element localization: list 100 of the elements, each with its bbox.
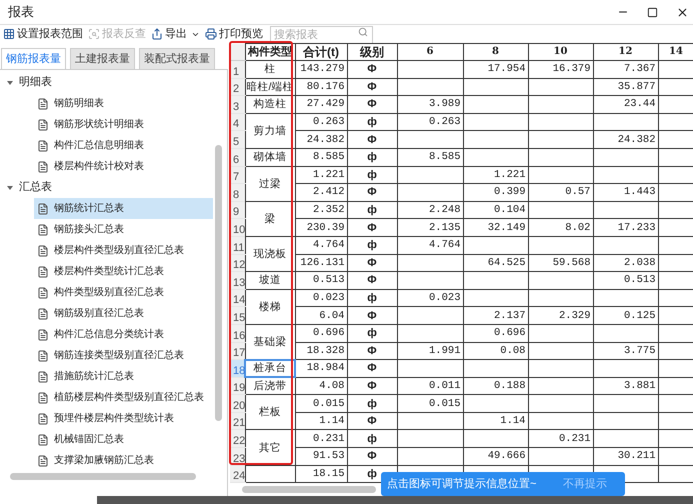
tree-item[interactable]: 钢筋连接类型级别直径汇总表 (34, 345, 213, 366)
table-cell: 8.02 (528, 218, 593, 236)
grade-cell: ф (347, 324, 397, 342)
table-cell: 17.954 (463, 60, 528, 78)
column-header[interactable]: 8 (463, 44, 528, 60)
component-type-cell[interactable]: 后浇带 (245, 377, 295, 395)
table-cell: 1.14 (295, 412, 347, 430)
column-header[interactable]: 14 (658, 44, 693, 60)
report-tab[interactable]: 土建报表量 (70, 48, 135, 69)
row-number: 24 (230, 465, 245, 483)
table-cell: 16.379 (528, 60, 593, 78)
table-cell: 2.248 (397, 201, 463, 219)
expand-arrow-icon[interactable] (7, 80, 13, 84)
column-header[interactable]: 6 (397, 44, 463, 60)
table-cell: 4.08 (295, 377, 347, 395)
vertical-scrollbar[interactable] (215, 145, 222, 421)
horizontal-scrollbar[interactable] (10, 473, 196, 480)
tree-item[interactable]: 支撑梁加腋钢筋汇总表 (34, 450, 213, 471)
tree-item[interactable]: 钢筋明细表 (34, 93, 213, 114)
component-type-cell[interactable]: 其它 (245, 430, 295, 466)
column-header[interactable]: 10 (528, 44, 593, 60)
tree-item[interactable]: 机械锚固汇总表 (34, 429, 213, 450)
component-type-cell[interactable]: 柱 (245, 60, 295, 78)
tree-item[interactable]: 构件汇总信息明细表 (34, 135, 213, 156)
tree-item[interactable]: 钢筋接头汇总表 (34, 219, 213, 240)
tree-item[interactable]: 构件类型级别直径汇总表 (34, 282, 213, 303)
tree-item[interactable]: 措施筋统计汇总表 (34, 366, 213, 387)
table-cell: 1.991 (397, 342, 463, 360)
tree-item[interactable]: 构件汇总信息分类统计表 (34, 324, 213, 345)
table-cell: 3.775 (593, 342, 658, 360)
report-tab[interactable]: 装配式报表量 (139, 48, 215, 69)
tree-item[interactable]: 钢筋级别直径汇总表 (34, 303, 213, 324)
component-type-cell[interactable]: 构造柱 (245, 96, 295, 114)
report-icon (37, 266, 49, 278)
report-icon (37, 244, 49, 256)
report-icon (37, 140, 49, 152)
table-cell: 18.984 (295, 360, 347, 378)
report-tab[interactable]: 钢筋报表量 (1, 48, 66, 69)
table-cell: 0.696 (463, 324, 528, 342)
search-icon (358, 27, 368, 37)
grade-cell: Ф (347, 130, 397, 148)
report-icon (37, 160, 49, 172)
grade-cell: ф (347, 289, 397, 307)
component-type-cell[interactable]: 坡道 (245, 272, 295, 290)
expand-arrow-icon[interactable] (7, 186, 13, 190)
tree-item[interactable]: 预埋件楼层构件类型统计表 (34, 408, 213, 429)
table-cell: 230.39 (295, 218, 347, 236)
table-cell: 0.023 (397, 289, 463, 307)
table-cell: 2.137 (463, 306, 528, 324)
toolbar-button[interactable]: 打印预览 (205, 28, 263, 40)
maximize-icon[interactable] (647, 6, 658, 18)
table-cell: 1.443 (593, 184, 658, 202)
grade-cell: ф (347, 148, 397, 166)
table-cell: 24.382 (295, 130, 347, 148)
column-header[interactable]: 合计(t) (295, 44, 347, 60)
column-header[interactable]: 级别 (347, 44, 397, 60)
table-cell: 143.279 (295, 60, 347, 78)
tree-item[interactable]: 楼层构件类型统计汇总表 (34, 261, 213, 282)
table-cell: 0.08 (463, 342, 528, 360)
table-cell: 3.881 (593, 377, 658, 395)
table-cell: 0.57 (528, 184, 593, 202)
column-header[interactable]: 构件类型 (245, 44, 295, 60)
tree-item[interactable]: 钢筋统计汇总表 (34, 198, 213, 219)
report-icon (37, 434, 49, 446)
table-cell: 0.399 (463, 184, 528, 202)
grade-cell: Ф (347, 272, 397, 290)
table-cell: 7.367 (593, 60, 658, 78)
component-type-cell[interactable]: 桩承台 (245, 360, 295, 378)
search-field[interactable]: 搜索报表 (270, 26, 373, 44)
grade-cell: Ф (347, 377, 397, 395)
table-cell: 0.513 (295, 272, 347, 290)
toolbar-button[interactable]: 导出 (151, 28, 200, 40)
table-cell: 0.015 (397, 394, 463, 412)
report-icon (37, 286, 49, 298)
tree-item[interactable]: 植筋楼层构件类型级别直径汇总表 (34, 387, 213, 408)
table-cell: 0.188 (463, 377, 528, 395)
grade-cell: Ф (347, 218, 397, 236)
grade-cell: ф (347, 201, 397, 219)
report-icon (37, 350, 49, 362)
component-type-cell[interactable]: 梁 (245, 201, 295, 236)
table-cell: 2.352 (295, 201, 347, 219)
table-cell: 2.135 (397, 218, 463, 236)
tree-group-label[interactable]: 明细表 (19, 74, 52, 91)
grade-cell: ф (347, 236, 397, 254)
tree-item[interactable]: 楼层构件统计校对表 (34, 156, 213, 177)
column-header[interactable]: 12 (593, 44, 658, 60)
report-icon (37, 202, 49, 214)
table-cell: 1.221 (463, 166, 528, 184)
table-cell: 126.131 (295, 254, 347, 272)
table-cell: 27.429 (295, 96, 347, 114)
tree-item[interactable]: 钢筋形状统计明细表 (34, 114, 213, 135)
horizontal-scrollbar[interactable] (242, 486, 376, 493)
component-type-cell[interactable]: 砌体墙 (245, 148, 295, 166)
tree-group-label[interactable]: 汇总表 (19, 179, 52, 196)
toolbar-button[interactable]: 设置报表范围 (3, 28, 83, 40)
report-icon (37, 118, 49, 130)
tree-item[interactable]: 楼层构件类型级别直径汇总表 (34, 240, 213, 261)
report-icon (37, 370, 49, 382)
close-icon[interactable] (676, 6, 689, 18)
grade-cell: ф (347, 166, 397, 184)
